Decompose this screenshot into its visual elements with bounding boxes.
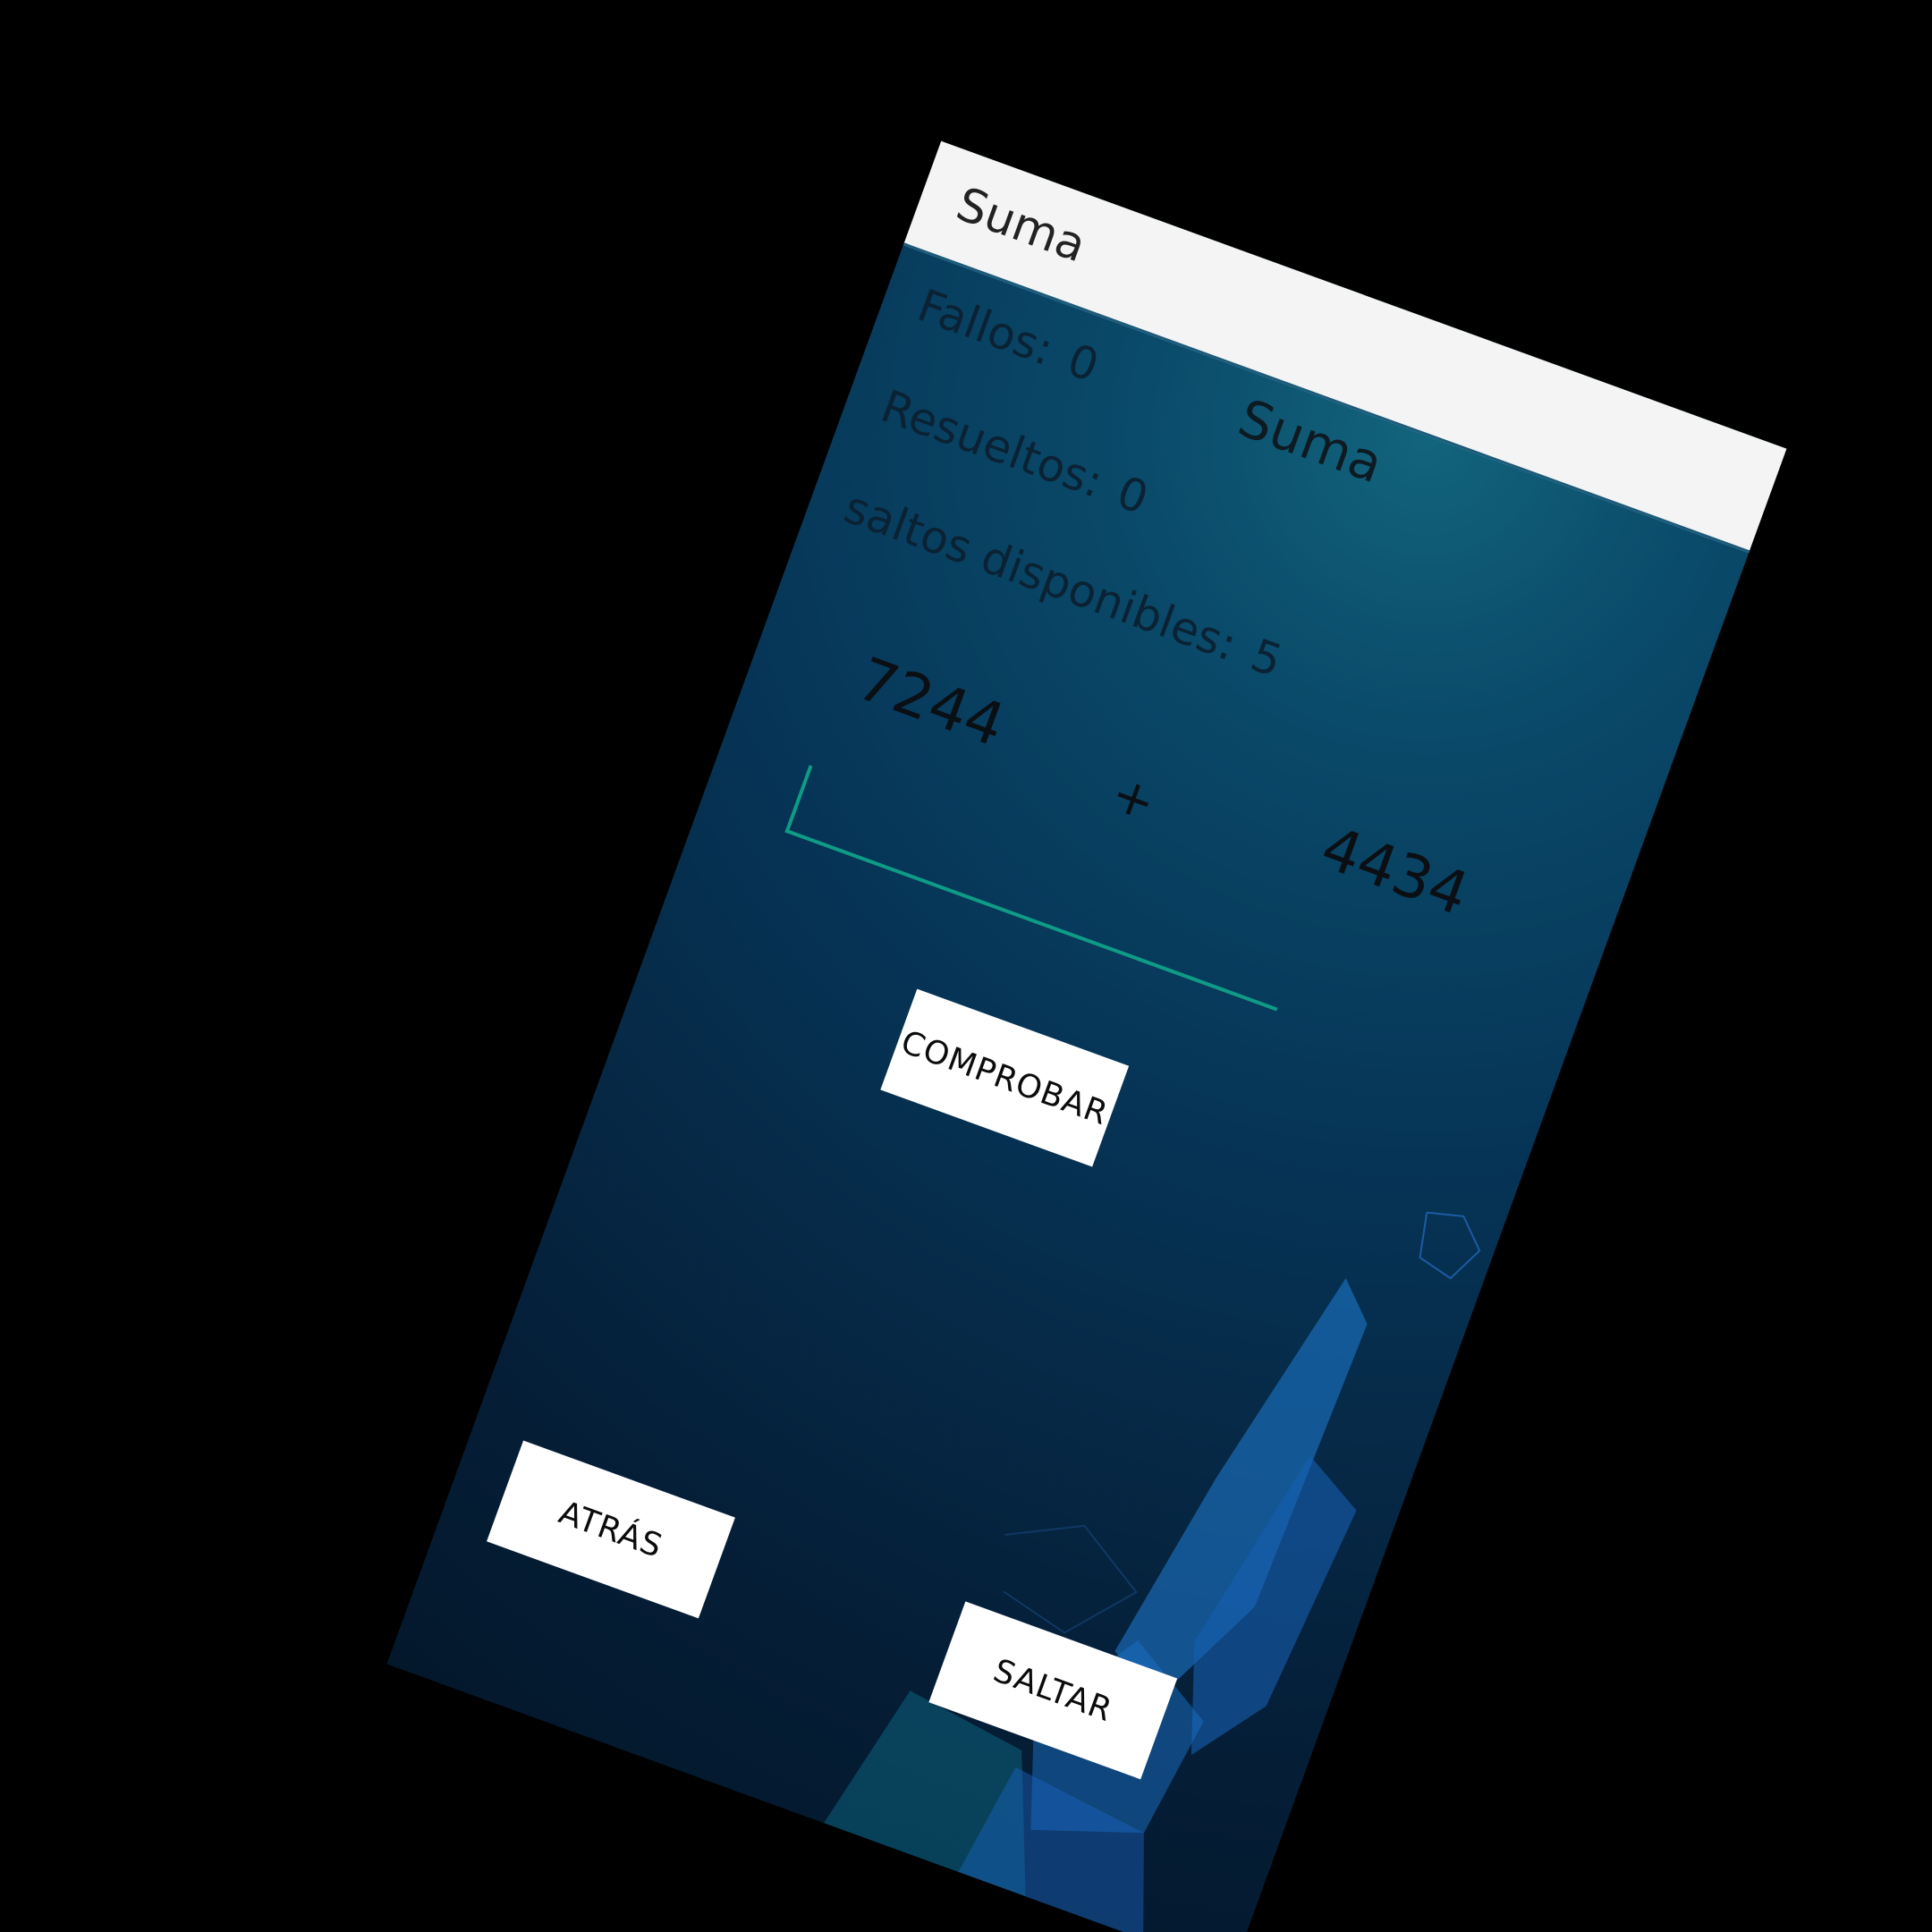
back-button-label: ATRÁS xyxy=(554,1494,668,1565)
skip-button-label: SALTAR xyxy=(988,1651,1118,1729)
app-bar-title: Suma xyxy=(949,177,1093,274)
phone-screen: Suma Suma Fallos:0 Resueltos:0 saltos di… xyxy=(386,140,1787,1932)
screenshot-canvas: Suma Suma Fallos:0 Resueltos:0 saltos di… xyxy=(0,0,1932,1932)
